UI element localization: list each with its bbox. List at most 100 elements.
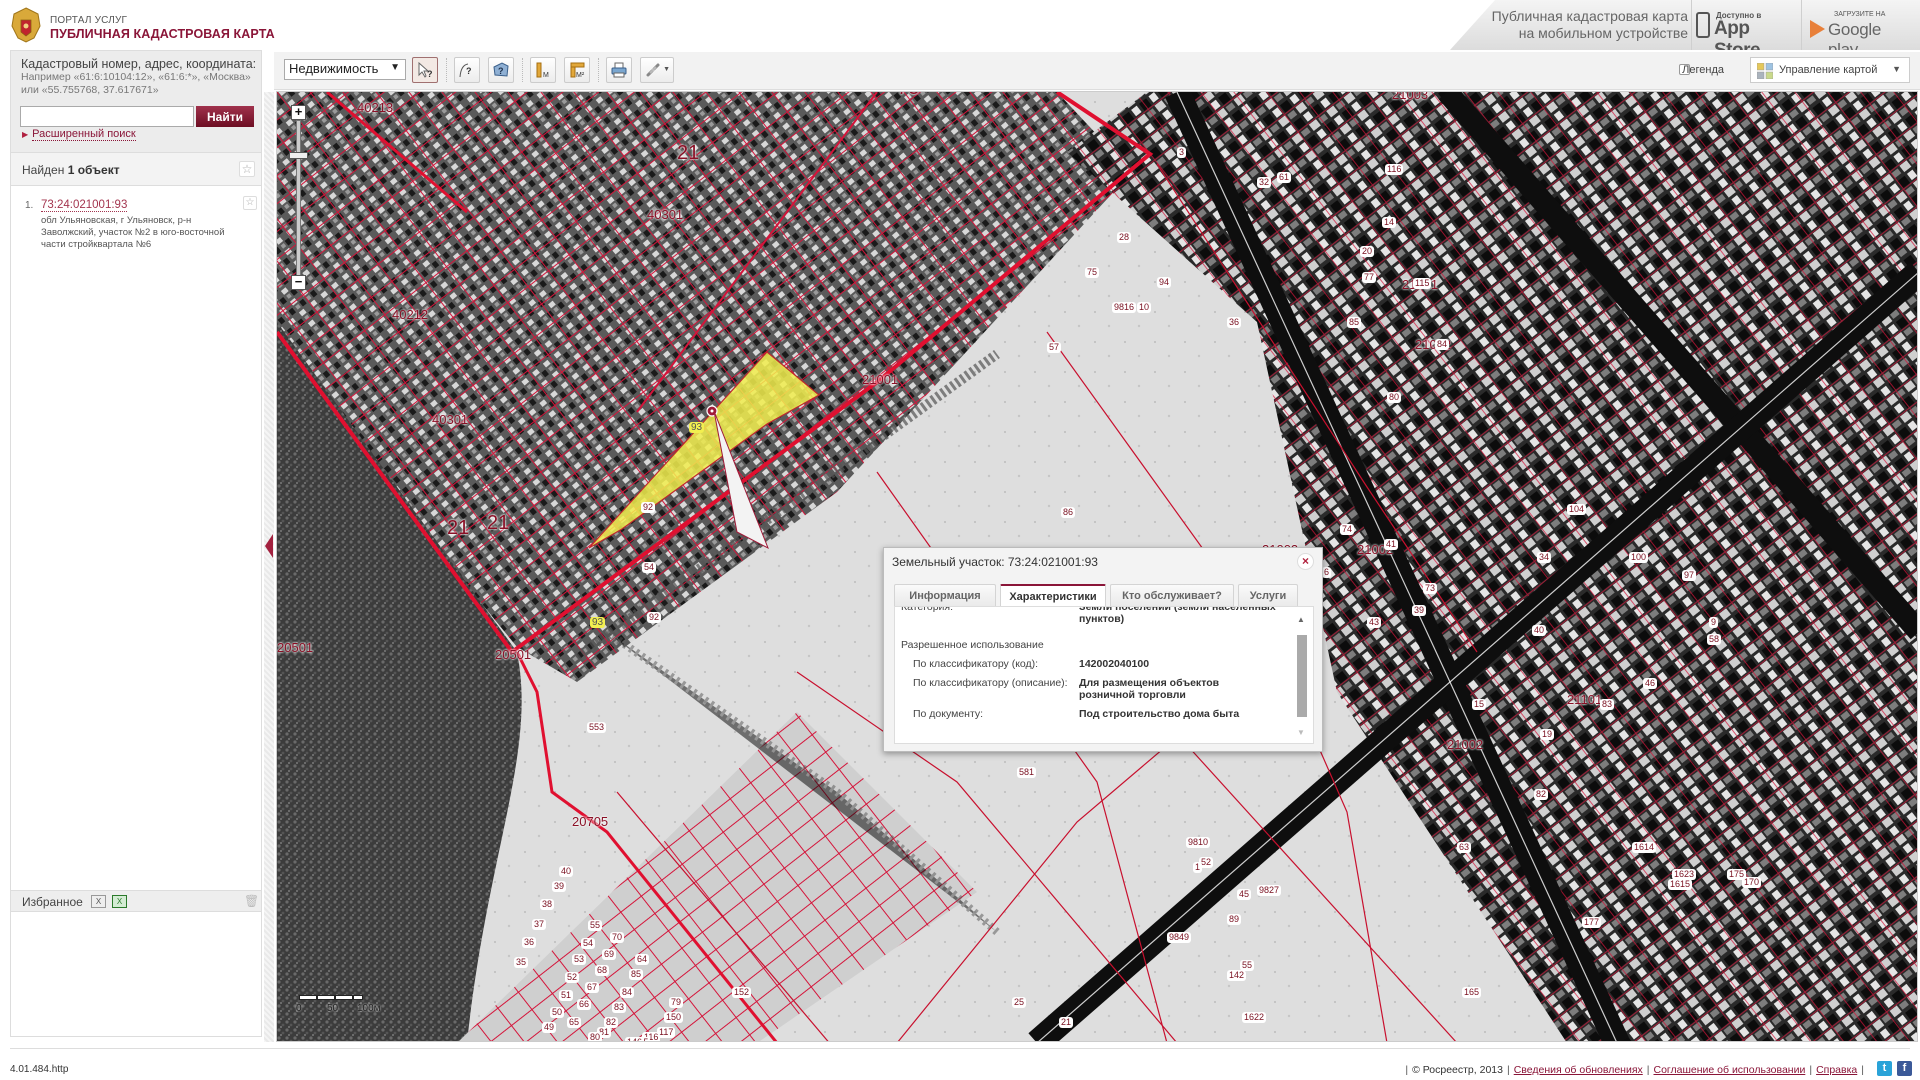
by-document-value: Под строительство дома быта xyxy=(1079,708,1240,720)
tab-services[interactable]: Услуги xyxy=(1238,584,1298,607)
parcel-label: 34 xyxy=(1537,552,1552,563)
identify-polygon-button[interactable]: ? xyxy=(488,57,514,83)
parcel-label: 84 xyxy=(1435,339,1450,350)
scroll-down-icon[interactable]: ▼ xyxy=(1297,728,1305,737)
search-button[interactable]: Найти xyxy=(196,106,254,127)
tab-characteristics[interactable]: Характеристики xyxy=(1000,584,1106,607)
app-store-button[interactable]: Доступно в App Store xyxy=(1692,6,1798,50)
quarter-label: 21003 xyxy=(1392,91,1429,102)
separator: | xyxy=(1861,1064,1864,1076)
separator: | xyxy=(1506,1064,1510,1076)
updates-link[interactable]: Сведения об обновлениях xyxy=(1514,1064,1643,1076)
legend-label[interactable]: Легенда xyxy=(1682,64,1724,76)
panel-collapse-handle[interactable] xyxy=(264,92,274,1042)
parcel-label: 40 xyxy=(559,866,574,877)
parcel-label: 69 xyxy=(602,949,617,960)
quarter-label: 21001 xyxy=(862,372,899,387)
print-icon xyxy=(611,62,627,78)
tab-who-serves[interactable]: Кто обслуживает? xyxy=(1110,584,1234,607)
layer-select[interactable]: Недвижимость ▼ xyxy=(284,59,406,80)
zoom-out-button[interactable]: − xyxy=(291,275,306,290)
favorite-star-icon[interactable]: ☆ xyxy=(243,196,257,210)
search-label: Кадастровый номер, адрес, координата: xyxy=(21,57,257,71)
zoom-in-button[interactable]: + xyxy=(291,105,306,120)
parcel-label: 86 xyxy=(1061,507,1076,518)
parcel-label: 58 xyxy=(1707,634,1722,645)
popup-scrollbar[interactable]: ▲ ▼ xyxy=(1296,615,1308,737)
classifier-code-value: 142002040100 xyxy=(1079,658,1150,670)
identify-button[interactable]: ? xyxy=(412,57,438,83)
coat-of-arms-logo[interactable] xyxy=(8,6,44,44)
app-title[interactable]: ПУБЛИЧНАЯ КАДАСТРОВАЯ КАРТА xyxy=(50,27,275,41)
parcel-label: 35 xyxy=(514,957,529,968)
parcel-label: 581 xyxy=(1017,767,1037,778)
advanced-search-label: Расширенный поиск xyxy=(32,128,136,141)
copyright: © Росреестр, 2013 xyxy=(1412,1064,1503,1076)
parcel-label: 83 xyxy=(1600,699,1615,710)
parcel-label: 142 xyxy=(1227,970,1247,981)
footer-divider xyxy=(10,1048,1910,1049)
left-panel: Кадастровый номер, адрес, координата: На… xyxy=(10,50,262,1045)
help-link[interactable]: Справка xyxy=(1816,1064,1857,1076)
search-input[interactable] xyxy=(20,106,194,127)
parcel-label: 152 xyxy=(732,987,752,998)
divider xyxy=(1801,0,1802,50)
quarter-label: 40213 xyxy=(357,100,394,115)
layer-select-value: Недвижимость xyxy=(289,61,379,76)
quarter-label: 21 xyxy=(487,512,510,534)
quarter-label: 40301 xyxy=(432,412,469,427)
zoom-slider[interactable] xyxy=(296,120,301,276)
print-button[interactable] xyxy=(606,57,632,83)
parcel-label: 75 xyxy=(1085,267,1100,278)
google-play-button[interactable]: ЗАГРУЗИТЕ НА Google play xyxy=(1806,6,1912,50)
parcel-label: 80 xyxy=(1387,392,1402,403)
classifier-description-value: Для размещения объектов розничной торгов… xyxy=(1079,677,1220,701)
advanced-search-link[interactable]: ▶ Расширенный поиск xyxy=(22,128,136,141)
terms-link[interactable]: Соглашение об использовании xyxy=(1654,1064,1806,1076)
zoom-slider-handle[interactable] xyxy=(289,152,308,159)
parcel-label: 553 xyxy=(587,722,607,733)
promo-text: Публичная кадастровая карта на мобильном… xyxy=(1492,8,1688,42)
add-all-to-favorites-star-icon[interactable]: ☆ xyxy=(239,161,255,177)
parcel-label: 20 xyxy=(1360,246,1375,257)
svg-text:?: ? xyxy=(498,66,504,76)
parcel-label: 55 xyxy=(588,920,603,931)
excel-import-icon[interactable]: X xyxy=(91,895,106,908)
map-control-label: Управление картой xyxy=(1779,64,1878,76)
by-document-label: По документу: xyxy=(913,708,984,720)
version-label: 4.01.484.http xyxy=(10,1064,69,1075)
tab-information[interactable]: Информация xyxy=(894,584,996,607)
divider xyxy=(598,58,599,82)
facebook-icon[interactable]: f xyxy=(1897,1061,1912,1076)
close-icon[interactable]: × xyxy=(1297,553,1314,570)
measure-area-button[interactable]: M² xyxy=(564,57,590,83)
svg-text:?: ? xyxy=(466,66,472,76)
map-toolbar: Недвижимость ▼ ? ? ? M M² ▼ Легенда Упра… xyxy=(274,52,1920,90)
result-cadastral-link[interactable]: 73:24:021001:93 xyxy=(41,199,128,212)
parcel-label: 54 xyxy=(642,562,657,573)
header: ПОРТАЛ УСЛУГ ПУБЛИЧНАЯ КАДАСТРОВАЯ КАРТА… xyxy=(0,0,1920,50)
parcel-label: 52 xyxy=(565,972,580,983)
parcel-label: 14 xyxy=(1382,217,1397,228)
favorites-list xyxy=(10,912,262,1037)
parcel-label: 43 xyxy=(1367,617,1382,628)
parcel-label: 1 xyxy=(1193,862,1203,873)
identify-polyline-button[interactable]: ? xyxy=(454,57,480,83)
excel-export-icon[interactable]: X xyxy=(112,895,127,908)
trash-icon[interactable]: 🗑 xyxy=(244,894,259,908)
scroll-up-icon[interactable]: ▲ xyxy=(1297,615,1305,624)
measure-length-button[interactable]: M xyxy=(530,57,556,83)
parcel-label: 50 xyxy=(550,1007,565,1018)
category-value: Земли поселений (земли населенных пункто… xyxy=(1079,606,1276,625)
collapse-left-icon[interactable] xyxy=(265,534,273,558)
separator: | xyxy=(1405,1064,1409,1076)
scrollbar-thumb[interactable] xyxy=(1297,635,1307,717)
parcel-info-popup: Земельный участок: 73:24:021001:93 × Инф… xyxy=(883,547,1323,752)
parcel-label: 65 xyxy=(567,1017,582,1028)
quarter-label: 21 xyxy=(447,517,470,539)
parcel-label: 9827 xyxy=(1257,885,1282,896)
link-button[interactable]: ▼ xyxy=(640,57,674,83)
scale-label: 0 xyxy=(296,1003,302,1014)
twitter-icon[interactable]: t xyxy=(1877,1061,1892,1076)
map-control-dropdown[interactable]: Управление картой ▼ xyxy=(1750,57,1910,83)
